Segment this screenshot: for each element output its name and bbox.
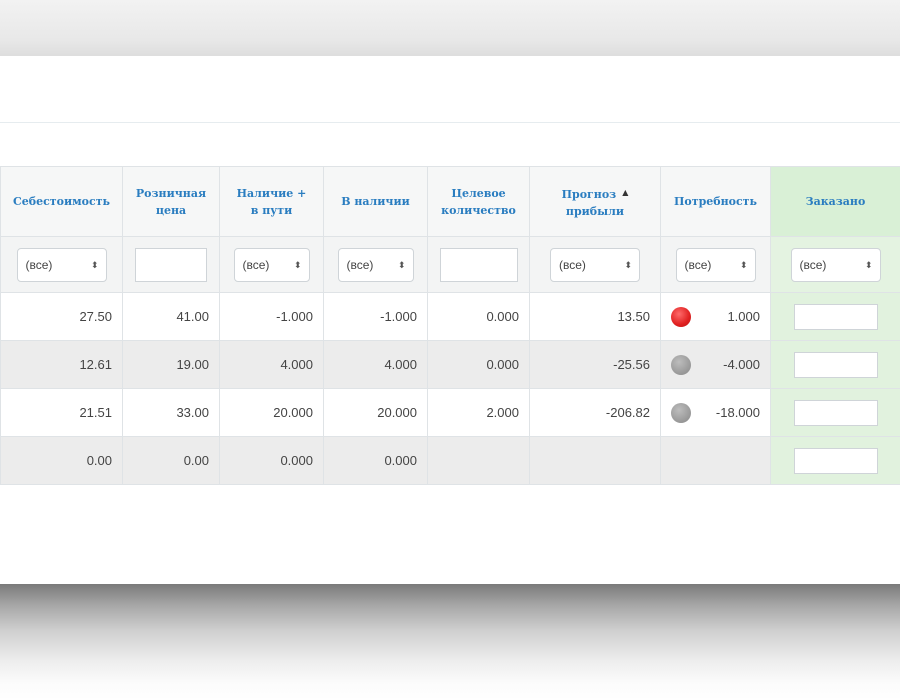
filter-cell: (все) ⬍ — [529, 236, 661, 293]
status-red-dot-icon — [671, 307, 691, 327]
cell-target: 0.000 — [427, 340, 530, 389]
ordered-quantity-input[interactable] — [793, 351, 878, 378]
filter-target-input[interactable] — [439, 247, 518, 282]
header-row: Себестоимость Розничная цена Наличие + в п… — [0, 166, 900, 237]
filter-cost-select[interactable]: (все) ⬍ — [16, 247, 107, 282]
cell-available-in-transit: -1.000 — [219, 292, 324, 341]
cell-ordered — [770, 388, 900, 437]
select-arrows-icon: ⬍ — [864, 259, 873, 270]
cell-target: 2.000 — [427, 388, 530, 437]
cell-cost: 27.50 — [0, 292, 123, 341]
cell-target — [427, 436, 530, 485]
cell-ordered — [770, 340, 900, 389]
cell-in-stock: 0.000 — [323, 436, 428, 485]
filter-cell: (все) ⬍ — [660, 236, 771, 293]
cell-need — [660, 436, 771, 485]
ordered-quantity-input[interactable] — [793, 303, 878, 330]
header-available-in-transit[interactable]: Наличие + в пути — [219, 166, 324, 237]
cell-profit: 13.50 — [529, 292, 661, 341]
cell-profit — [529, 436, 661, 485]
cell-target: 0.000 — [427, 292, 530, 341]
bottom-shadow — [0, 584, 900, 700]
status-grey-dot-icon — [671, 403, 691, 423]
cell-retail: 19.00 — [122, 340, 220, 389]
filter-cell — [122, 236, 220, 293]
cell-available-in-transit: 0.000 — [219, 436, 324, 485]
cell-in-stock: 20.000 — [323, 388, 428, 437]
table-row: 0.00 0.00 0.000 0.000 — [0, 436, 900, 485]
header-need[interactable]: Потребность — [660, 166, 771, 237]
table-row: 12.61 19.00 4.000 4.000 0.000 -25.56 -4.… — [0, 340, 900, 389]
ordered-quantity-input[interactable] — [793, 447, 878, 474]
cell-available-in-transit: 20.000 — [219, 388, 324, 437]
cell-retail: 33.00 — [122, 388, 220, 437]
header-retail-price[interactable]: Розничная цена — [122, 166, 220, 237]
filter-available-in-transit-select[interactable]: (все) ⬍ — [233, 247, 310, 282]
filter-cell: (все) ⬍ — [770, 236, 900, 293]
cell-in-stock: 4.000 — [323, 340, 428, 389]
select-arrows-icon: ⬍ — [293, 259, 302, 270]
filter-cell — [427, 236, 530, 293]
select-arrows-icon: ⬍ — [624, 259, 632, 270]
products-table: Себестоимость Розничная цена Наличие + в п… — [0, 166, 900, 485]
cell-profit: -25.56 — [529, 340, 661, 389]
panel-divider — [0, 122, 900, 123]
cell-cost: 21.51 — [0, 388, 123, 437]
filter-need-select[interactable]: (все) ⬍ — [675, 247, 756, 282]
cell-need: -18.000 — [660, 388, 771, 437]
select-arrows-icon: ⬍ — [397, 259, 406, 270]
table-row: 27.50 41.00 -1.000 -1.000 0.000 13.50 1.… — [0, 292, 900, 341]
cell-profit: -206.82 — [529, 388, 661, 437]
header-ordered[interactable]: Заказано — [770, 166, 900, 237]
filter-cell: (все) ⬍ — [0, 236, 123, 293]
filter-in-stock-select[interactable]: (все) ⬍ — [337, 247, 414, 282]
cell-need: 1.000 — [660, 292, 771, 341]
filter-ordered-select[interactable]: (все) ⬍ — [790, 247, 881, 282]
header-profit-forecast[interactable]: Прогноз ▲ прибыли — [529, 166, 661, 237]
filter-cell: (все) ⬍ — [219, 236, 324, 293]
status-grey-dot-icon — [671, 355, 691, 375]
filter-row: (все) ⬍ (все) ⬍ (все) ⬍ (все) ⬍ (все) ⬍ (все)… — [0, 236, 900, 293]
cell-cost: 12.61 — [0, 340, 123, 389]
cell-retail: 41.00 — [122, 292, 220, 341]
header-cost[interactable]: Себестоимость — [0, 166, 123, 237]
cell-cost: 0.00 — [0, 436, 123, 485]
filter-cell: (все) ⬍ — [323, 236, 428, 293]
filter-profit-select[interactable]: (все) ⬍ — [550, 247, 640, 282]
top-shadow — [0, 0, 900, 58]
header-target-quantity[interactable]: Целевое количество — [427, 166, 530, 237]
sort-ascending-icon: ▲ — [622, 186, 629, 197]
select-arrows-icon: ⬍ — [739, 259, 748, 270]
cell-available-in-transit: 4.000 — [219, 340, 324, 389]
cell-in-stock: -1.000 — [323, 292, 428, 341]
ordered-quantity-input[interactable] — [793, 399, 878, 426]
cell-need: -4.000 — [660, 340, 771, 389]
header-in-stock[interactable]: В наличии — [323, 166, 428, 237]
table-row: 21.51 33.00 20.000 20.000 2.000 -206.82 … — [0, 388, 900, 437]
cell-ordered — [770, 436, 900, 485]
cell-ordered — [770, 292, 900, 341]
cell-retail: 0.00 — [122, 436, 220, 485]
select-arrows-icon: ⬍ — [90, 259, 99, 270]
filter-retail-input[interactable] — [135, 247, 207, 282]
